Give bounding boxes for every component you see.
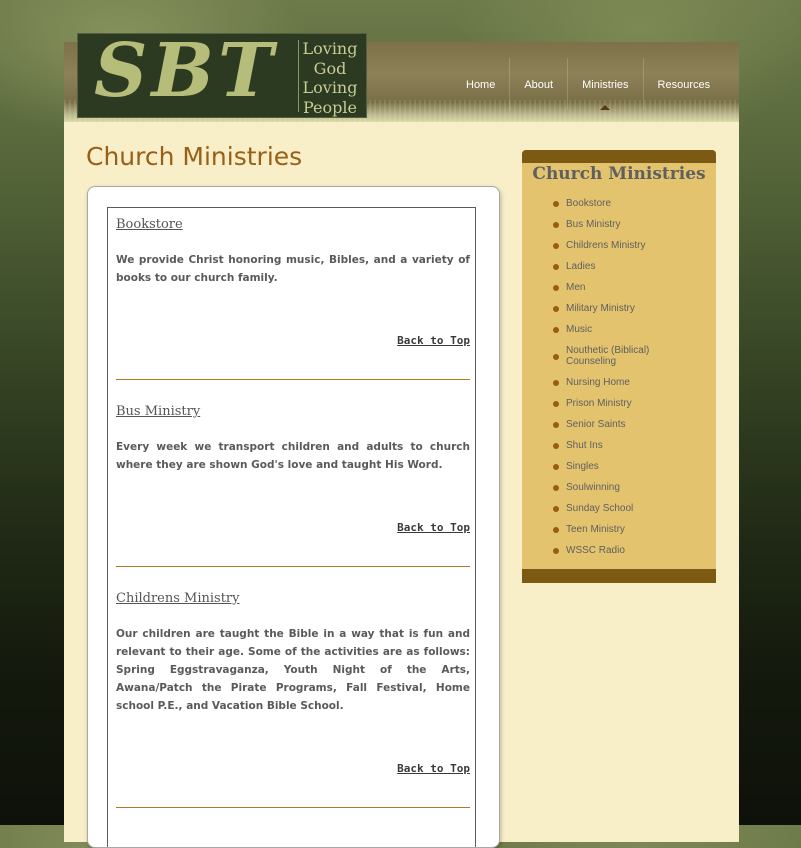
bullet-icon [553, 484, 559, 491]
bullet-icon [553, 285, 559, 292]
bullet-icon [553, 306, 559, 313]
sidebar-item-music[interactable]: Music [522, 324, 716, 336]
bullet-icon [553, 463, 559, 470]
sidebar-item-label: Ladies [566, 261, 596, 272]
sidebar-item-military-ministry[interactable]: Military Ministry [522, 303, 716, 315]
bullet-icon [553, 243, 559, 250]
logo-tagline-line: People [303, 97, 357, 117]
sidebar-item-label: Sunday School [566, 502, 634, 514]
sidebar-item-shut-ins[interactable]: Shut Ins [522, 439, 716, 452]
sidebar-item-label: Prison Ministry [566, 397, 632, 409]
bullet-icon [553, 547, 559, 554]
active-caret-icon [600, 105, 611, 110]
sidebar-item-teen-ministry[interactable]: Teen Ministry [522, 523, 716, 536]
bullet-icon [553, 201, 559, 208]
bullet-icon [553, 379, 559, 386]
bullet-icon [553, 264, 559, 271]
bullet-icon [553, 400, 559, 407]
nav-item-resources[interactable]: Resources [644, 58, 725, 110]
sidebar-item-label: Shut Ins [566, 439, 603, 451]
sidebar-item-label: Childrens Ministry [566, 240, 646, 251]
sidebar-item-label: Bus Ministry [566, 219, 621, 230]
sidebar-list: Bookstore Bus Ministry Childrens Ministr… [522, 195, 716, 567]
sidebar-title: Church Ministries [532, 164, 706, 184]
sidebar-item-childrens-ministry[interactable]: Childrens Ministry [522, 240, 716, 252]
section-body: We provide Christ honoring music, Bibles… [116, 254, 470, 284]
main-nav: Home About Ministries Resources [452, 58, 724, 110]
sidebar-item-singles[interactable]: Singles [522, 460, 716, 473]
bullet-icon [553, 353, 559, 360]
sidebar-item-senior-saints[interactable]: Senior Saints [522, 418, 716, 431]
sidebar-item-label: Men [566, 282, 586, 293]
sidebar-item-men[interactable]: Men [522, 282, 716, 294]
section-body: Every week we transport children and adu… [116, 441, 470, 471]
nav-item-label: Ministries [582, 79, 629, 91]
bullet-icon [553, 327, 559, 334]
sidebar-item-sunday-school[interactable]: Sunday School [522, 502, 716, 515]
logo-mark: SBT [94, 28, 278, 114]
site-logo[interactable]: SBT Loving God Loving People [77, 28, 367, 118]
sidebar-item-label: Nouthetic (Biblical) Counseling [566, 345, 650, 367]
sidebar-item-label: WSSC Radio [566, 544, 625, 556]
section-title[interactable]: Childrens Ministry [116, 591, 470, 606]
back-to-top-link[interactable]: Back to Top [397, 334, 470, 347]
sidebar-item-label: Music [566, 324, 593, 335]
sidebar-item-label: Bookstore [566, 198, 612, 209]
content-frame: Bookstore We provide Christ honoring mus… [107, 207, 476, 847]
logo-tagline-line: Loving [302, 39, 358, 58]
sidebar-item-ladies[interactable]: Ladies [522, 261, 716, 273]
bullet-icon [553, 421, 559, 428]
bullet-icon [553, 222, 559, 229]
nav-item-ministries[interactable]: Ministries [568, 58, 644, 110]
back-to-top-link[interactable]: Back to Top [397, 521, 470, 534]
sidebar-item-label: Nursing Home [566, 376, 630, 388]
section-body: Our children are taught the Bible in a w… [116, 628, 470, 712]
sidebar-item-nouthetic-counseling[interactable]: Nouthetic (Biblical) Counseling [522, 345, 716, 367]
section-bus-ministry: Bus Ministry Every week we transport chi… [116, 404, 470, 567]
logo-tagline: Loving God Loving People [300, 39, 360, 117]
sidebar-item-label: Military Ministry [566, 303, 635, 314]
section-divider [116, 379, 470, 380]
sidebar-item-label: Soulwinning [566, 481, 620, 493]
sidebar-top-bar [522, 150, 716, 163]
sidebar-item-label: Singles [566, 460, 599, 472]
page-title: Church Ministries [86, 142, 303, 171]
sidebar-item-bookstore[interactable]: Bookstore [522, 198, 716, 210]
sidebar-item-label: Senior Saints [566, 418, 626, 430]
section-title[interactable]: Bookstore [116, 217, 470, 232]
logo-tagline-line: God [313, 58, 347, 78]
sidebar-item-prison-ministry[interactable]: Prison Ministry [522, 397, 716, 410]
sidebar-item-nursing-home[interactable]: Nursing Home [522, 376, 716, 389]
sidebar-item-bus-ministry[interactable]: Bus Ministry [522, 219, 716, 231]
sidebar-item-wssc-radio[interactable]: WSSC Radio [522, 544, 716, 557]
section-divider [116, 566, 470, 567]
sidebar-item-label: Teen Ministry [566, 523, 625, 535]
bullet-icon [553, 442, 559, 449]
back-to-top-link[interactable]: Back to Top [397, 762, 470, 775]
bullet-icon [553, 526, 559, 533]
sidebar-bottom-bar [522, 569, 716, 583]
section-childrens-ministry: Childrens Ministry Our children are taug… [116, 591, 470, 808]
section-bookstore: Bookstore We provide Christ honoring mus… [116, 217, 470, 380]
logo-tagline-line: Loving [302, 78, 358, 97]
section-divider [116, 807, 470, 808]
nav-item-home[interactable]: Home [452, 58, 511, 110]
nav-item-about[interactable]: About [510, 58, 569, 110]
content-card: Bookstore We provide Christ honoring mus… [87, 186, 500, 848]
bullet-icon [553, 505, 559, 512]
sidebar-item-soulwinning[interactable]: Soulwinning [522, 481, 716, 494]
logo-divider [298, 40, 299, 112]
sidebar: Church Ministries Bookstore Bus Ministry… [522, 150, 716, 583]
section-title[interactable]: Bus Ministry [116, 404, 470, 419]
